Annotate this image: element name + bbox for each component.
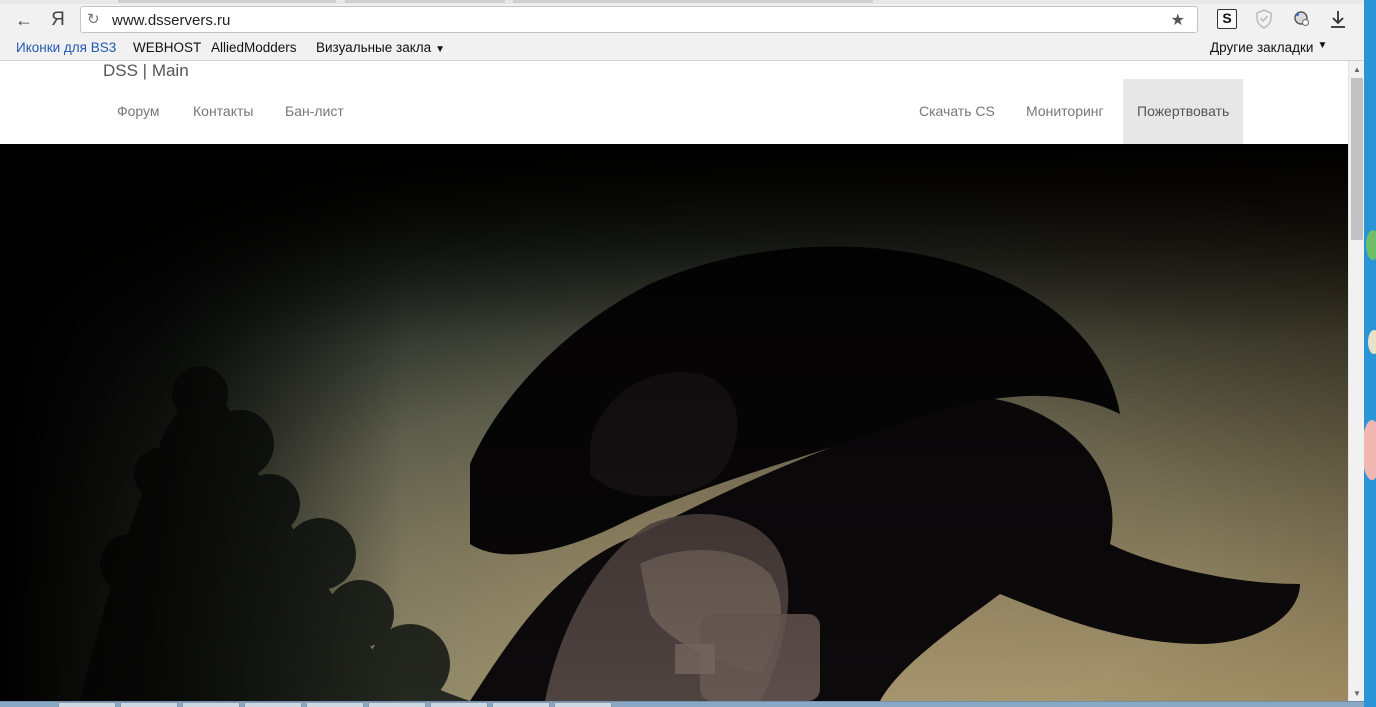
chevron-down-icon: ▼ xyxy=(435,44,446,55)
taskbar-item[interactable] xyxy=(58,702,116,707)
taskbar-item[interactable] xyxy=(120,702,178,707)
taskbar-item[interactable] xyxy=(554,702,612,707)
nav-banlist[interactable]: Бан-лист xyxy=(285,103,344,119)
page-scrollbar[interactable]: ▲ ▼ xyxy=(1348,61,1364,701)
taskbar-item[interactable] xyxy=(244,702,302,707)
desktop-wallpaper-shape xyxy=(1368,330,1376,354)
nav-contacts[interactable]: Контакты xyxy=(193,103,253,119)
other-bookmarks-label: Другие закладки xyxy=(1210,40,1314,55)
yandex-logo-icon[interactable]: Я xyxy=(46,8,70,32)
taskbar-item[interactable] xyxy=(492,702,550,707)
bookmark-alliedmodders[interactable]: AlliedModders xyxy=(211,40,297,55)
other-bookmarks[interactable]: Другие закладки ▼ xyxy=(1210,40,1327,55)
bookmarks-bar: Иконки для BS3 WEBHOST AlliedModders Виз… xyxy=(0,38,1364,60)
user-extension-icon[interactable] xyxy=(1292,9,1312,29)
taskbar-item[interactable] xyxy=(430,702,488,707)
desktop-background xyxy=(1364,0,1376,707)
hero-artwork xyxy=(0,144,1348,701)
nav-monitoring[interactable]: Мониторинг xyxy=(1026,103,1104,119)
scroll-up-icon[interactable]: ▲ xyxy=(1349,63,1365,77)
s-extension-icon[interactable]: S xyxy=(1217,9,1237,29)
reload-icon[interactable]: ↻ xyxy=(87,10,100,28)
scrollbar-thumb[interactable] xyxy=(1351,78,1363,240)
bookmark-webhost[interactable]: WEBHOST xyxy=(133,40,201,55)
scroll-down-icon[interactable]: ▼ xyxy=(1349,687,1365,701)
shield-icon[interactable] xyxy=(1254,9,1274,29)
bookmark-visual-bookmarks-label: Визуальные закла xyxy=(316,40,432,55)
web-page: DSS | Main Форум Контакты Бан-лист Скача… xyxy=(0,61,1348,701)
site-brand[interactable]: DSS | Main xyxy=(103,61,189,81)
nav-download-cs[interactable]: Скачать CS xyxy=(919,103,995,119)
windows-taskbar xyxy=(0,701,1364,707)
tab-edge xyxy=(118,0,336,3)
nav-donate[interactable]: Пожертвовать xyxy=(1123,79,1243,144)
site-navbar: DSS | Main Форум Контакты Бан-лист Скача… xyxy=(0,61,1348,144)
tab-edge xyxy=(345,0,505,3)
desktop-wallpaper-shape xyxy=(1364,420,1376,480)
bookmark-bs3-icons[interactable]: Иконки для BS3 xyxy=(16,40,116,55)
browser-chrome: ← Я ↻ www.dsservers.ru ★ S Иконки для BS… xyxy=(0,0,1364,61)
taskbar-item[interactable] xyxy=(368,702,426,707)
address-bar[interactable]: ↻ www.dsservers.ru ★ xyxy=(80,6,1198,33)
bookmark-visual-bookmarks[interactable]: Визуальные закла ▼ xyxy=(316,40,445,55)
address-url[interactable]: www.dsservers.ru xyxy=(112,12,230,29)
taskbar-item[interactable] xyxy=(182,702,240,707)
tab-edge xyxy=(513,0,873,3)
desktop-wallpaper-shape xyxy=(1366,230,1376,260)
hero-image xyxy=(0,144,1348,701)
bookmark-star-icon[interactable]: ★ xyxy=(1171,10,1185,30)
nav-forum[interactable]: Форум xyxy=(117,103,160,119)
taskbar-item[interactable] xyxy=(306,702,364,707)
chevron-down-icon: ▼ xyxy=(1317,40,1328,51)
back-arrow-icon[interactable]: ← xyxy=(12,8,36,32)
download-icon[interactable] xyxy=(1328,9,1348,29)
nav-donate-label: Пожертвовать xyxy=(1137,103,1230,119)
